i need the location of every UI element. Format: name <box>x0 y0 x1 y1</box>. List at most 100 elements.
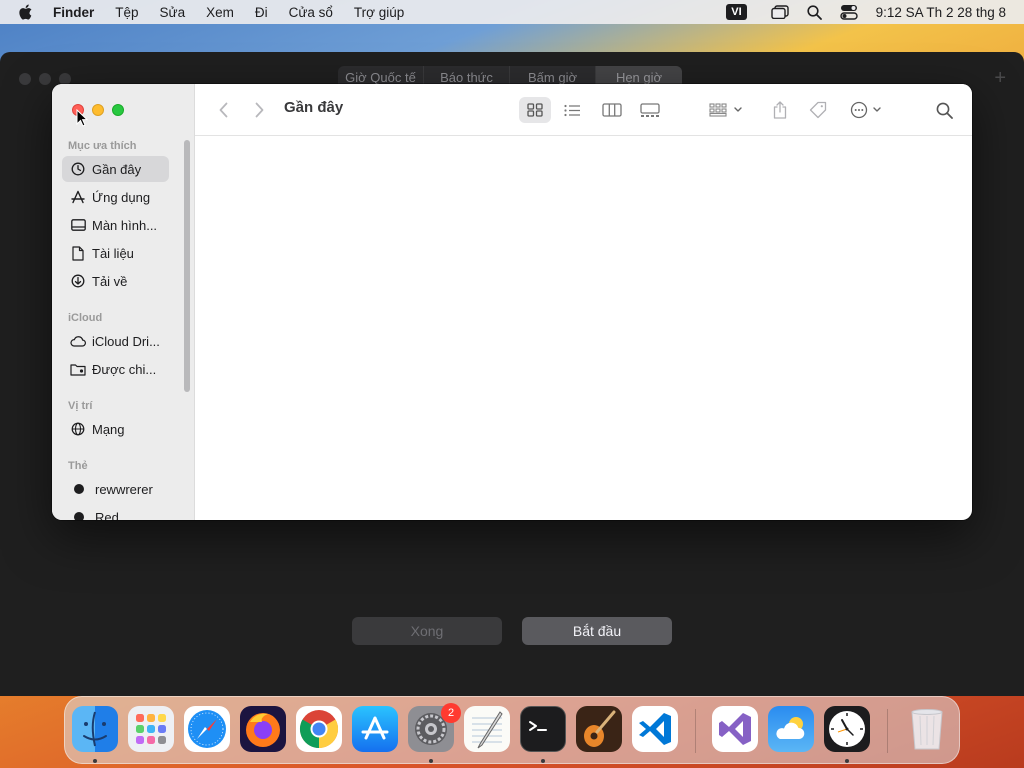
back-button[interactable] <box>213 97 233 123</box>
menu-file[interactable]: Tệp <box>115 5 138 20</box>
weather-icon <box>776 717 805 739</box>
sidebar-item-label: Màn hình... <box>92 217 158 233</box>
firefox-icon <box>246 713 280 747</box>
view-icons-button[interactable] <box>519 97 551 123</box>
menubar-clock[interactable]: 9:12 SA Th 2 28 thg 8 <box>876 5 1006 20</box>
share-icon <box>773 101 787 119</box>
more-actions-button[interactable] <box>849 97 885 123</box>
status-area: VI 9:12 SA Th 2 28 thg 8 <box>726 0 1024 24</box>
chrome-icon <box>299 710 339 749</box>
clock-minimize-button[interactable] <box>39 73 51 85</box>
sidebar-item-network[interactable]: Mạng <box>62 416 169 442</box>
sidebar-heading-icloud: iCloud <box>68 312 103 324</box>
dock-launchpad[interactable] <box>128 706 174 752</box>
sidebar-item-tag[interactable]: Red <box>62 504 169 520</box>
launchpad-icon <box>136 714 166 744</box>
window-switcher-icon[interactable] <box>770 5 789 19</box>
sidebar-scrollbar[interactable] <box>184 140 190 392</box>
running-indicator <box>93 759 97 763</box>
apps-icon <box>70 189 86 205</box>
sidebar-item-applications[interactable]: Ứng dụng <box>62 184 169 210</box>
dock-finder[interactable] <box>72 706 118 752</box>
dock-app-store[interactable] <box>352 706 398 752</box>
dock-firefox[interactable] <box>240 706 286 752</box>
dock-weather[interactable] <box>768 706 814 752</box>
dock-trash[interactable] <box>904 706 950 752</box>
sidebar-item-documents[interactable]: Tài liệu <box>62 240 169 266</box>
dock-separator <box>887 709 888 753</box>
add-icon[interactable]: + <box>994 68 1006 88</box>
finder-window: Mục ưa thích Gần đây Ứng dụng Màn hình..… <box>52 84 972 520</box>
dock-vscode[interactable] <box>632 706 678 752</box>
icon-view-icon <box>527 103 543 117</box>
sidebar-item-label: Red <box>95 509 119 521</box>
chevron-right-icon <box>255 102 263 118</box>
timer-start-button[interactable]: Bắt đầu <box>522 617 672 645</box>
document-icon <box>70 245 86 261</box>
control-center-icon[interactable] <box>839 4 858 20</box>
group-by-button[interactable] <box>707 97 747 123</box>
shared-folder-icon <box>70 361 86 377</box>
app-store-icon <box>361 716 389 740</box>
tag-button[interactable] <box>803 97 833 123</box>
running-indicator <box>845 759 849 763</box>
dock-textedit[interactable] <box>464 706 510 752</box>
sidebar-item-label: Tài liệu <box>92 245 134 261</box>
sidebar-item-label: rewwrerer <box>95 481 153 497</box>
notification-badge: 2 <box>441 703 461 723</box>
dock-clock[interactable] <box>824 706 870 752</box>
menu-window[interactable]: Cửa sổ <box>289 5 333 20</box>
sidebar-item-tag[interactable]: rewwrerer <box>62 476 169 502</box>
sidebar-item-label: Được chi... <box>92 361 157 377</box>
menu-help[interactable]: Trợ giúp <box>354 5 404 20</box>
sidebar-item-recents[interactable]: Gần đây <box>62 156 169 182</box>
search-button[interactable] <box>931 97 957 123</box>
group-icon <box>709 103 742 117</box>
forward-button[interactable] <box>249 97 269 123</box>
menu-view[interactable]: Xem <box>206 5 234 20</box>
sidebar-item-icloud-drive[interactable]: iCloud Dri... <box>62 328 169 354</box>
dock-visual-studio[interactable] <box>712 706 758 752</box>
menu-go[interactable]: Đi <box>255 5 268 20</box>
safari-compass-icon <box>188 710 226 748</box>
cloud-icon <box>70 333 86 349</box>
desktop-icon <box>70 217 86 233</box>
dock: 2 <box>64 696 960 764</box>
clock-close-button[interactable] <box>19 73 31 85</box>
folder-title: Gần đây <box>284 99 344 116</box>
chevron-left-icon <box>219 102 227 118</box>
sidebar-item-downloads[interactable]: Tải về <box>62 268 169 294</box>
apple-menu-icon[interactable] <box>18 0 40 24</box>
finder-sidebar: Mục ưa thích Gần đây Ứng dụng Màn hình..… <box>52 84 195 520</box>
terminal-icon <box>529 721 547 731</box>
spotlight-search-icon[interactable] <box>807 4 822 20</box>
timer-done-button[interactable]: Xong <box>352 617 502 645</box>
minimize-button[interactable] <box>92 104 104 116</box>
input-source-badge[interactable]: VI <box>726 4 747 20</box>
sidebar-item-desktop[interactable]: Màn hình... <box>62 212 169 238</box>
share-button[interactable] <box>765 97 795 123</box>
tag-color-dot <box>74 484 84 494</box>
running-indicator <box>541 759 545 763</box>
list-view-icon <box>563 104 580 116</box>
sidebar-heading-locations: Vị trí <box>68 400 93 412</box>
globe-icon <box>70 421 86 437</box>
dock-terminal[interactable] <box>520 706 566 752</box>
sidebar-item-shared[interactable]: Được chi... <box>62 356 169 382</box>
sidebar-item-label: iCloud Dri... <box>92 333 160 349</box>
clock-icon <box>70 161 86 177</box>
view-gallery-button[interactable] <box>635 97 665 123</box>
sidebar-heading-tags: Thẻ <box>68 460 88 472</box>
dock-garageband[interactable] <box>576 706 622 752</box>
menu-app-name[interactable]: Finder <box>53 5 94 20</box>
dock-safari[interactable] <box>184 706 230 752</box>
menu-bar: Finder Tệp Sửa Xem Đi Cửa sổ Trợ giúp VI… <box>0 0 1024 24</box>
zoom-button[interactable] <box>112 104 124 116</box>
column-view-icon <box>602 103 622 117</box>
view-list-button[interactable] <box>557 97 587 123</box>
vscode-icon <box>639 713 671 745</box>
dock-chrome[interactable] <box>296 706 342 752</box>
menu-edit[interactable]: Sửa <box>160 5 186 20</box>
view-columns-button[interactable] <box>597 97 627 123</box>
file-list-area[interactable] <box>195 137 972 520</box>
